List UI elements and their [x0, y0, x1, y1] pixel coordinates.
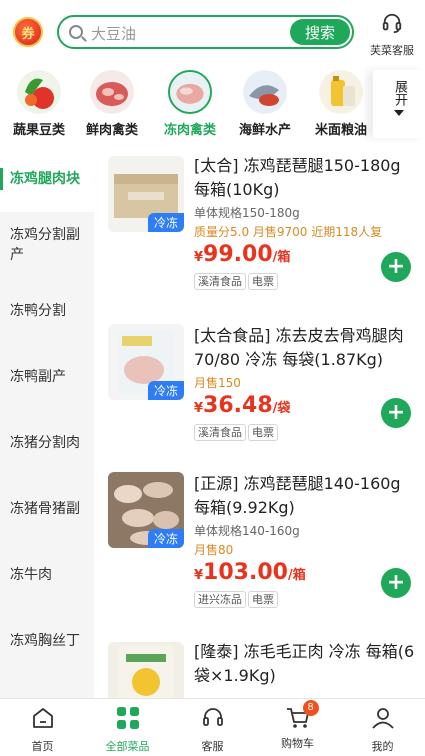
e-invoice-chip: 电票: [248, 273, 278, 290]
plus-icon: +: [386, 254, 406, 279]
product-title: [正源] 冻鸡琵琶腿140-160g 每箱(9.92Kg): [194, 474, 401, 517]
product-sales: 月售80: [194, 543, 234, 557]
headset-icon: [202, 708, 223, 726]
add-to-cart-button[interactable]: +: [381, 252, 411, 282]
product-title: [太合食品] 冻去皮去骨鸡腿肉70/80 冷冻 每袋(1.87Kg): [194, 326, 404, 369]
sidebar-item-frozen-chicken-leg[interactable]: 冻鸡腿肉块: [0, 146, 94, 212]
expand-label: 展开: [392, 80, 407, 106]
sidebar-item-label: 冻鸡胸丝丁: [10, 633, 80, 649]
subcategory-sidebar: 冻鸡腿肉块 冻鸡分割副产 冻鸭分割 冻鸭副产 冻猪分割肉 冻猪骨猪副 冻牛肉 冻…: [0, 146, 94, 698]
grid-icon: [116, 707, 139, 729]
product-spec: 单体规格150-180g: [194, 206, 300, 220]
tab-cart[interactable]: 8 购物车: [255, 700, 340, 751]
frozen-meat-icon: [168, 70, 212, 114]
sidebar-item-frozen-pork-cuts[interactable]: 冻猪分割肉: [0, 410, 94, 476]
product-card[interactable]: 冷冻 [正源] 冻鸡琵琶腿140-160g 每箱(9.92Kg) 单体规格140…: [94, 464, 425, 630]
frozen-tag: 冷冻: [147, 213, 184, 232]
sidebar-item-frozen-duck-byproduct[interactable]: 冻鸭副产: [0, 344, 94, 410]
add-to-cart-button[interactable]: +: [381, 398, 411, 428]
customer-service-button[interactable]: 芙菜客服: [364, 12, 420, 58]
cart-count-badge: 8: [302, 700, 319, 716]
product-image[interactable]: 冷冻: [108, 472, 184, 548]
supplier-chip: 溪清食品: [194, 273, 246, 290]
sidebar-item-label: 冻鸭分割: [10, 303, 66, 319]
cart-icon-wrap: 8: [285, 700, 319, 731]
sidebar-item-frozen-chicken-byproduct[interactable]: 冻鸡分割副产: [0, 212, 94, 278]
product-sales: 质量分5.0 月售9700 近期118人复: [194, 225, 383, 239]
plus-icon: +: [386, 570, 406, 595]
product-card[interactable]: 冷冻 [太合] 冻鸡琵琶腿150-180g 每箱(10Kg) 单体规格150-1…: [94, 146, 425, 311]
tab-label: 全部菜品: [105, 740, 150, 753]
product-title: [太合] 冻鸡琵琶腿150-180g 每箱(10Kg): [194, 156, 401, 199]
e-invoice-chip: 电票: [248, 424, 278, 441]
tab-label: 客服: [201, 740, 224, 753]
fresh-meat-icon: [90, 70, 134, 114]
category-seafood[interactable]: 海鲜水产: [226, 70, 304, 138]
product-sales: 月售150: [194, 376, 241, 390]
product-title: [隆泰] 冻毛毛正肉 冷冻 每箱(6袋×1.9Kg): [194, 642, 415, 685]
product-image[interactable]: [108, 642, 184, 698]
category-label: 冻肉禽类: [163, 123, 216, 138]
sidebar-item-frozen-pork-bone[interactable]: 冻猪骨猪副: [0, 476, 94, 542]
bottom-tab-bar: 首页 全部菜品 客服 8 购物车 我的: [0, 698, 425, 756]
search-icon: [69, 25, 83, 39]
sidebar-item-label: 冻猪分割肉: [10, 435, 80, 451]
tab-customer-service[interactable]: 客服: [170, 705, 255, 754]
add-to-cart-button[interactable]: +: [381, 568, 411, 598]
tab-label: 购物车: [281, 737, 314, 750]
expand-categories-button[interactable]: 展开: [373, 70, 425, 138]
top-bar: 券 大豆油 搜索 芙菜客服: [0, 0, 425, 64]
product-info: [隆泰] 冻毛毛正肉 冷冻 每箱(6袋×1.9Kg): [194, 640, 418, 688]
vegetables-icon: [17, 70, 61, 114]
user-icon: [371, 708, 394, 729]
product-card[interactable]: 冷冻 [太合食品] 冻去皮去骨鸡腿肉70/80 冷冻 每袋(1.87Kg) 月售…: [94, 316, 425, 466]
coupon-logo-icon[interactable]: 券: [13, 17, 43, 47]
sidebar-item-frozen-duck-cuts[interactable]: 冻鸭分割: [0, 278, 94, 344]
supplier-chip: 进兴冻品: [194, 591, 246, 608]
tab-label: 我的: [371, 740, 394, 753]
search-button[interactable]: 搜索: [290, 19, 350, 45]
category-vegetables[interactable]: 蔬果豆类: [0, 70, 78, 138]
customer-service-label: 芙菜客服: [370, 44, 414, 57]
sidebar-item-label: 冻鸡腿肉块: [10, 171, 80, 187]
sidebar-item-frozen-beef[interactable]: 冻牛肉: [0, 542, 94, 608]
product-spec: 单体规格140-160g: [194, 524, 300, 538]
sidebar-item-label: 冻猪骨猪副: [10, 501, 80, 517]
category-grain-oil[interactable]: 米面粮油: [302, 70, 380, 138]
tab-label: 首页: [31, 740, 54, 753]
category-label: 鲜肉禽类: [85, 123, 138, 138]
frozen-tag: 冷冻: [147, 529, 184, 548]
sidebar-item-frozen-chicken-breast[interactable]: 冻鸡胸丝丁: [0, 608, 94, 674]
caret-down-icon: [394, 110, 404, 116]
sidebar-item-label: 冻牛肉: [10, 567, 52, 583]
seafood-icon: [243, 70, 287, 114]
plus-icon: +: [386, 400, 406, 425]
frozen-tag: 冷冻: [147, 381, 184, 400]
search-box[interactable]: 大豆油 搜索: [57, 15, 354, 49]
category-strip: 蔬果豆类 鲜肉禽类 冻肉禽类 海鲜水产 米面粮油: [0, 66, 425, 144]
supplier-chip: 溪清食品: [194, 424, 246, 441]
category-fresh-meat[interactable]: 鲜肉禽类: [73, 70, 151, 138]
product-image[interactable]: 冷冻: [108, 156, 184, 232]
category-label: 蔬果豆类: [12, 123, 65, 138]
tab-home[interactable]: 首页: [0, 705, 85, 754]
search-input[interactable]: 大豆油: [91, 23, 136, 44]
product-image[interactable]: 冷冻: [108, 324, 184, 400]
product-card[interactable]: [隆泰] 冻毛毛正肉 冷冻 每箱(6袋×1.9Kg): [94, 634, 425, 698]
tab-profile[interactable]: 我的: [340, 705, 425, 754]
sidebar-item-label: 冻鸭副产: [10, 369, 66, 385]
category-label: 米面粮油: [314, 123, 367, 138]
grain-oil-icon: [319, 70, 363, 114]
tab-all-dishes[interactable]: 全部菜品: [85, 705, 170, 754]
home-icon: [32, 708, 53, 728]
headset-icon: [382, 13, 402, 34]
category-frozen-meat[interactable]: 冻肉禽类: [151, 70, 229, 138]
product-list: 冷冻 [太合] 冻鸡琵琶腿150-180g 每箱(10Kg) 单体规格150-1…: [94, 146, 425, 698]
category-label: 海鲜水产: [238, 123, 291, 138]
e-invoice-chip: 电票: [248, 591, 278, 608]
sidebar-item-label: 冻鸡分割副产: [10, 227, 80, 263]
product-chips: 溪清食品 电票: [194, 421, 418, 441]
